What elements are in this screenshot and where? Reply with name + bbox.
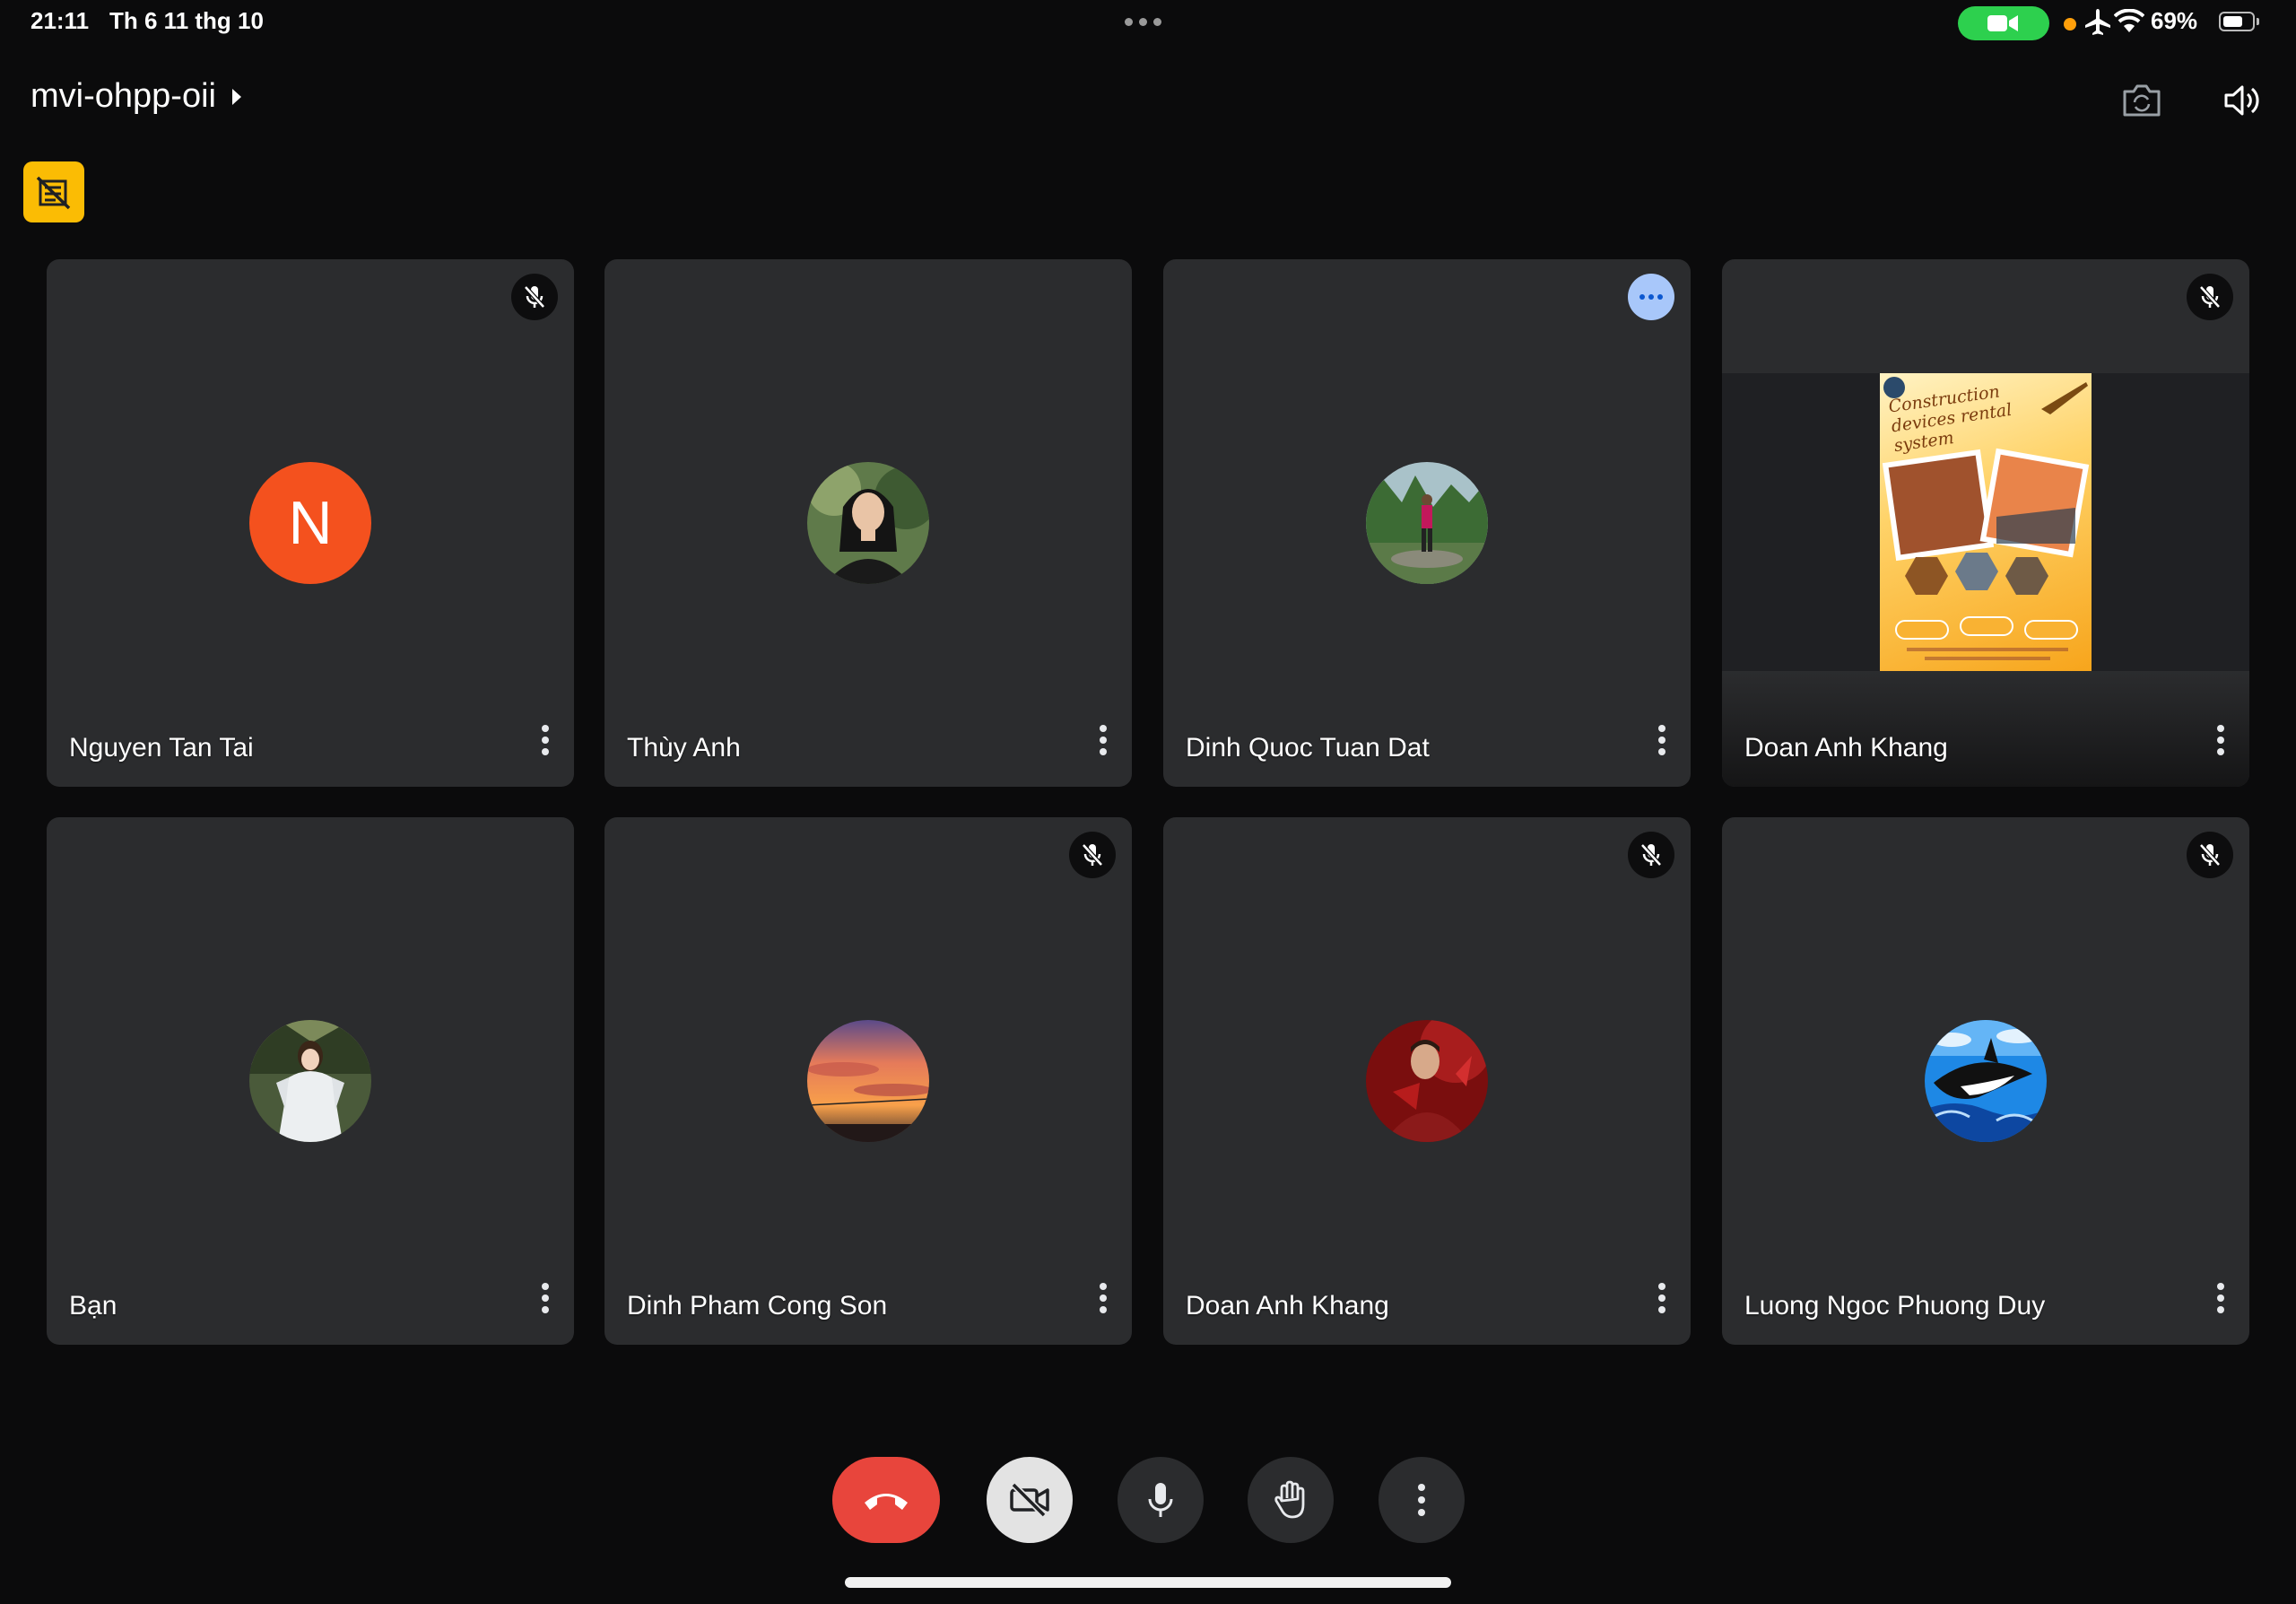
participant-name: Doan Anh Khang (1744, 733, 1948, 763)
more-vert-icon[interactable] (2203, 1273, 2239, 1323)
privacy-dot-icon (2064, 18, 2076, 31)
participant-tile[interactable]: Dinh Quoc Tuan Dat (1163, 259, 1691, 787)
status-date: Th 6 11 thg 10 (109, 7, 264, 34)
participant-tile[interactable]: Doan Anh Khang (1163, 817, 1691, 1345)
airplane-icon (2085, 9, 2110, 35)
mic-icon (1148, 1483, 1173, 1517)
mic-muted-icon (2187, 832, 2233, 878)
camera-in-use-indicator (1958, 6, 2049, 40)
meeting-code-button[interactable]: mvi-ohpp-oii (30, 77, 243, 116)
multitasking-dots-icon[interactable] (1125, 18, 1161, 26)
more-vert-icon[interactable] (2203, 715, 2239, 765)
avatar (1366, 1020, 1488, 1142)
participant-tile[interactable]: N Nguyen Tan Tai (47, 259, 574, 787)
more-options-button[interactable] (1378, 1457, 1465, 1543)
hide-tiles-button[interactable] (23, 161, 84, 222)
mic-muted-icon (1628, 832, 1674, 878)
more-vert-icon[interactable] (527, 715, 563, 765)
participant-name: Bạn (69, 1291, 117, 1321)
mic-muted-icon (511, 274, 558, 320)
battery-percentage: 69% (2151, 7, 2198, 34)
mic-muted-icon (2187, 274, 2233, 320)
participant-name: Doan Anh Khang (1186, 1291, 1389, 1321)
avatar (807, 462, 929, 584)
switch-camera-icon (2123, 84, 2161, 117)
participant-tile-screen-share[interactable]: Construction devices rental system Doan … (1722, 259, 2249, 787)
raise-hand-button[interactable] (1248, 1457, 1334, 1543)
participant-name: Luong Ngoc Phuong Duy (1744, 1291, 2046, 1321)
mic-muted-icon (1069, 832, 1116, 878)
speaking-indicator-icon (1628, 274, 1674, 320)
no-image-flag-icon (36, 176, 71, 210)
avatar: N (249, 462, 371, 584)
status-bar: 21:11 Th 6 11 thg 10 69% (0, 0, 2296, 45)
status-time: 21:11 (30, 7, 90, 34)
phone-hangup-icon (865, 1494, 908, 1510)
avatar (1925, 1020, 2047, 1142)
more-vert-icon[interactable] (527, 1273, 563, 1323)
more-vert-icon[interactable] (1644, 715, 1680, 765)
avatar (807, 1020, 929, 1142)
switch-camera-button[interactable] (2115, 74, 2169, 127)
more-vert-icon[interactable] (1085, 1273, 1121, 1323)
participant-tile[interactable]: Dinh Pham Cong Son (604, 817, 1132, 1345)
end-call-button[interactable] (832, 1457, 940, 1543)
home-indicator[interactable] (845, 1577, 1451, 1588)
shared-poster: Construction devices rental system (1880, 373, 2092, 671)
participant-name: Thùy Anh (627, 733, 741, 763)
speaker-icon (2224, 85, 2259, 116)
avatar (1366, 462, 1488, 584)
more-vert-icon[interactable] (1085, 715, 1121, 765)
participant-tile-self[interactable]: Bạn (47, 817, 574, 1345)
camera-toggle-button[interactable] (987, 1457, 1073, 1543)
participant-name: Nguyen Tan Tai (69, 733, 254, 763)
video-off-icon (1010, 1482, 1049, 1518)
participant-name: Dinh Quoc Tuan Dat (1186, 733, 1430, 763)
audio-output-button[interactable] (2215, 74, 2269, 127)
more-vert-icon (1418, 1484, 1425, 1516)
avatar (249, 1020, 371, 1142)
microphone-toggle-button[interactable] (1118, 1457, 1204, 1543)
participant-name: Dinh Pham Cong Son (627, 1291, 888, 1321)
hand-icon (1274, 1480, 1305, 1519)
wifi-icon (2114, 9, 2144, 32)
camera-video-icon (1987, 15, 2018, 31)
participant-tile[interactable]: Thùy Anh (604, 259, 1132, 787)
battery-icon (2219, 12, 2255, 31)
meeting-code: mvi-ohpp-oii (30, 77, 216, 115)
participant-tile[interactable]: Luong Ngoc Phuong Duy (1722, 817, 2249, 1345)
chevron-right-icon (231, 88, 241, 105)
more-vert-icon[interactable] (1644, 1273, 1680, 1323)
